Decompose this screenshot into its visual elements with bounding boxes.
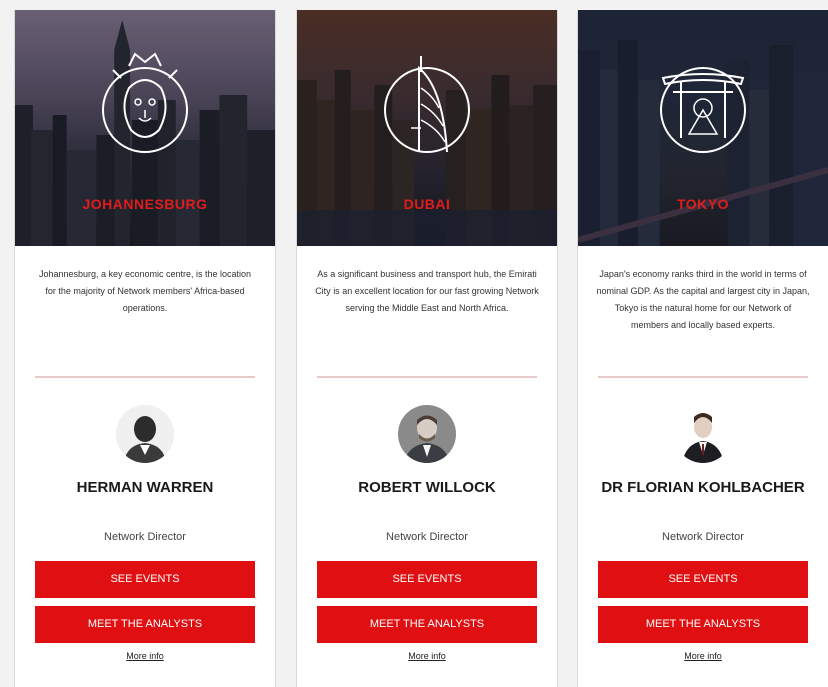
city-name: JOHANNESBURG <box>82 196 208 212</box>
burj-al-arab-icon <box>384 56 470 153</box>
city-description: Japan's economy ranks third in the world… <box>596 269 810 330</box>
meet-analysts-button[interactable]: MEET THE ANALYSTS <box>598 606 808 643</box>
divider <box>317 376 537 378</box>
city-hero-image: DUBAI <box>297 10 557 246</box>
city-card-tokyo: TOKYO Japan's economy ranks third in the… <box>577 10 828 687</box>
avatar <box>398 405 456 463</box>
person-role: Network Director <box>104 531 186 543</box>
person-name: ROBERT WILLOCK <box>358 479 496 496</box>
city-name: DUBAI <box>403 196 451 212</box>
divider <box>598 376 808 378</box>
torii-gate-icon <box>660 67 746 153</box>
meet-analysts-button[interactable]: MEET THE ANALYSTS <box>317 606 537 643</box>
person-role: Network Director <box>386 531 468 543</box>
city-hero-image: JOHANNESBURG <box>15 10 275 246</box>
see-events-button[interactable]: SEE EVENTS <box>317 561 537 598</box>
person-role: Network Director <box>662 531 744 543</box>
more-info-link[interactable]: More info <box>15 651 275 661</box>
city-description: Johannesburg, a key economic centre, is … <box>38 269 252 313</box>
person-name: HERMAN WARREN <box>76 479 214 496</box>
meet-analysts-button[interactable]: MEET THE ANALYSTS <box>35 606 255 643</box>
more-info-link[interactable]: More info <box>578 651 828 661</box>
city-name: TOKYO <box>676 196 730 212</box>
city-hero-image: TOKYO <box>578 10 828 246</box>
avatar <box>116 405 174 463</box>
see-events-button[interactable]: SEE EVENTS <box>598 561 808 598</box>
city-card-dubai: DUBAI As a significant business and tran… <box>296 10 558 687</box>
person-name: DR FLORIAN KOHLBACHER <box>601 479 805 496</box>
more-info-link[interactable]: More info <box>297 651 557 661</box>
city-card-johannesburg: JOHANNESBURG Johannesburg, a key economi… <box>14 10 276 687</box>
avatar <box>674 405 732 463</box>
lion-head-icon <box>102 52 188 153</box>
divider <box>35 376 255 378</box>
city-description: As a significant business and transport … <box>315 269 539 313</box>
see-events-button[interactable]: SEE EVENTS <box>35 561 255 598</box>
